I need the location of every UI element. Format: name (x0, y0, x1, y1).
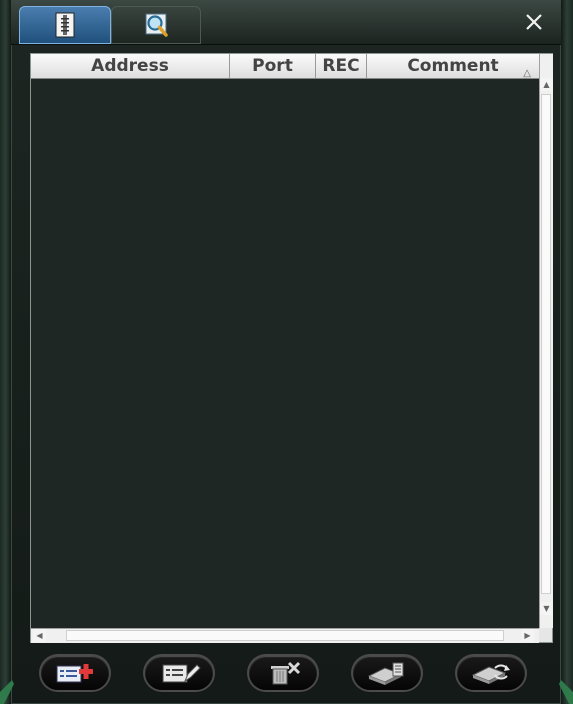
export-button[interactable] (457, 656, 525, 690)
scrollbar-corner (539, 628, 552, 642)
tab-address-book[interactable] (19, 6, 111, 44)
scroll-right-button[interactable]: ▶ (521, 629, 534, 642)
add-entry-icon (56, 664, 93, 683)
edit-entry-icon (162, 664, 201, 683)
left-frame-edge (0, 0, 11, 704)
list-header: Address Port REC Comment △ (31, 54, 539, 79)
sort-ascending-icon: △ (523, 68, 531, 79)
column-label: Comment (407, 56, 499, 76)
add-entry-button[interactable] (41, 656, 109, 690)
import-button[interactable] (353, 656, 421, 690)
delete-entry-icon (271, 661, 301, 685)
right-frame-edge (561, 0, 573, 704)
corner-decoration (559, 680, 573, 704)
scroll-down-button[interactable]: ▼ (540, 602, 553, 615)
column-label: Address (91, 56, 169, 76)
column-header-comment[interactable]: Comment △ (367, 54, 539, 79)
import-icon (367, 662, 404, 685)
export-icon (471, 664, 510, 684)
close-button[interactable] (521, 9, 547, 35)
bottom-toolbar (11, 650, 561, 698)
address-book-icon (55, 12, 75, 38)
edit-entry-button[interactable] (145, 656, 213, 690)
horizontal-scrollbar[interactable]: ◀ ▶ (31, 628, 539, 643)
vertical-scroll-thumb[interactable] (541, 94, 551, 594)
column-header-port[interactable]: Port (230, 54, 316, 78)
delete-entry-button[interactable] (249, 656, 317, 690)
vertical-scrollbar[interactable]: ▲ ▼ (539, 54, 553, 628)
address-book-window: Address Port REC Comment △ ▲ ▼ ◀ ▶ (11, 0, 561, 704)
magnifier-icon (145, 13, 168, 37)
column-label: REC (322, 56, 360, 76)
scroll-up-button[interactable]: ▲ (540, 78, 553, 91)
corner-decoration (0, 680, 14, 704)
horizontal-scroll-thumb[interactable] (66, 630, 504, 641)
column-header-address[interactable]: Address (31, 54, 230, 78)
scroll-left-button[interactable]: ◀ (33, 629, 46, 642)
tab-search[interactable] (111, 6, 201, 44)
column-label: Port (252, 56, 293, 76)
title-bar (11, 0, 561, 45)
column-header-rec[interactable]: REC (316, 54, 367, 78)
close-icon (526, 14, 542, 30)
address-list[interactable]: Address Port REC Comment △ ▲ ▼ ◀ ▶ (30, 53, 553, 643)
